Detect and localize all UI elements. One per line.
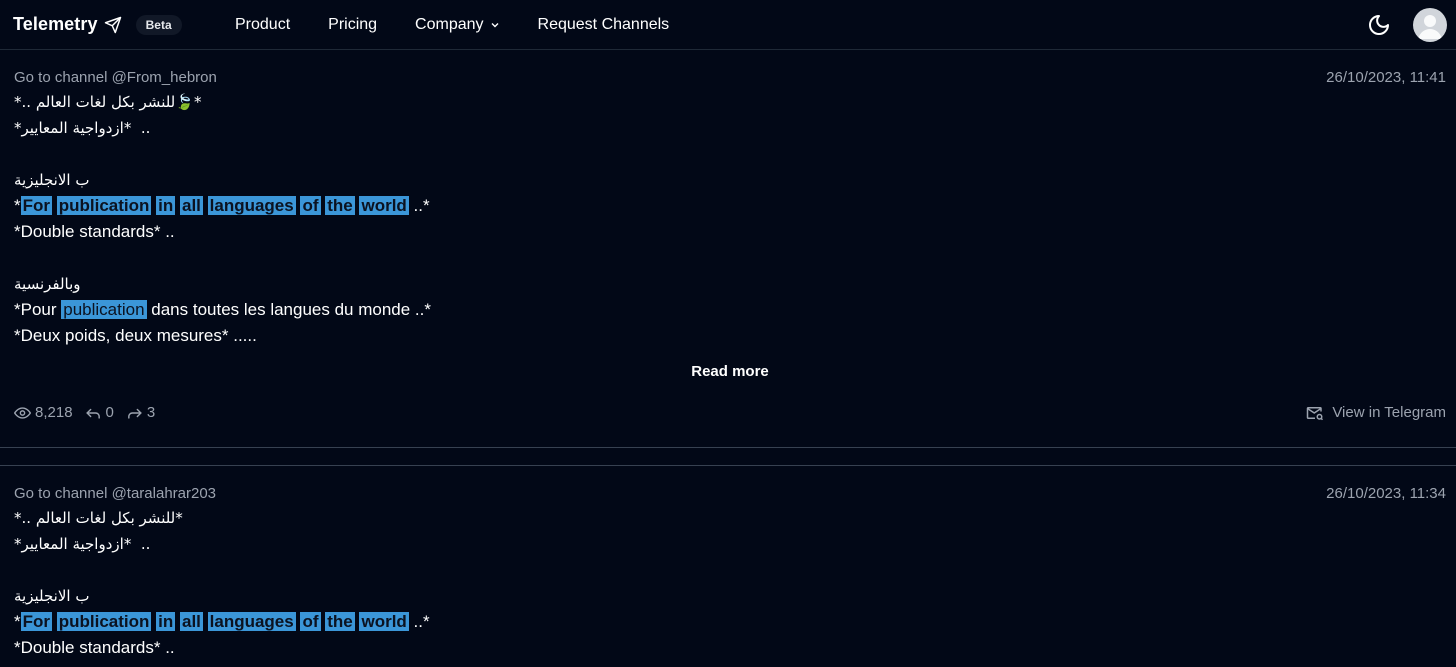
post: Go to channel @taralahrar203 26/10/2023,… (0, 485, 1456, 661)
top-navigation-bar: Telemetry Beta Product Pricing Company R… (0, 0, 1456, 50)
post: Go to channel @From_hebron 26/10/2023, 1… (0, 69, 1456, 421)
post-line: *Double standards* .. (14, 222, 175, 241)
channel-link[interactable]: Go to channel @From_hebron (14, 69, 217, 86)
post-line: *.. للنشر بكل لغات العالم* (14, 509, 183, 527)
channel-link[interactable]: Go to channel @taralahrar203 (14, 485, 216, 502)
main-nav: Product Pricing Company Request Channels (235, 16, 669, 34)
nav-request-channels[interactable]: Request Channels (538, 16, 670, 34)
replies-count: 0 (105, 404, 114, 421)
text: * (14, 612, 21, 631)
highlight: in (156, 196, 176, 215)
post-line: * For publication in all languages of the… (14, 609, 1446, 635)
highlight: the (325, 196, 355, 215)
forwards-stat: 3 (126, 404, 155, 421)
chevron-down-icon (491, 23, 499, 28)
text: ..* (408, 196, 430, 215)
post-line: *Pour publication dans toutes les langue… (14, 297, 1446, 323)
nav-pricing[interactable]: Pricing (328, 16, 377, 34)
post-line: *Deux poids, deux mesures* ..... (14, 326, 257, 345)
post-date: 26/10/2023, 11:41 (1326, 69, 1446, 86)
beta-badge: Beta (135, 14, 182, 35)
highlight: publication (61, 300, 147, 319)
brand[interactable]: Telemetry Beta (13, 14, 182, 35)
text: *Pour (14, 300, 62, 319)
text: ..* (408, 612, 430, 631)
nav-company[interactable]: Company (415, 16, 499, 34)
avatar[interactable] (1413, 8, 1447, 42)
view-in-telegram-label: View in Telegram (1332, 404, 1446, 421)
user-icon (1418, 15, 1442, 39)
forwards-count: 3 (146, 404, 156, 421)
highlight: For (20, 612, 53, 631)
reply-icon (85, 408, 100, 419)
highlight: of (300, 196, 321, 215)
text: * (14, 196, 21, 215)
post-line: ب الانجليزية (14, 171, 90, 189)
highlight: For (20, 196, 53, 215)
highlight: world (359, 612, 409, 631)
paper-plane-icon (104, 16, 121, 33)
divider (0, 447, 1456, 448)
highlight: world (359, 196, 409, 215)
brand-name[interactable]: Telemetry (13, 14, 98, 35)
read-more-button[interactable]: Read more (14, 363, 1446, 380)
highlight: publication (56, 612, 152, 631)
post-line: *ازدواجية المعايير* .. (14, 119, 151, 137)
replies-stat: 0 (85, 404, 114, 421)
highlight: languages (207, 612, 296, 631)
nav-product[interactable]: Product (235, 16, 290, 34)
highlight: the (325, 612, 355, 631)
moon-icon[interactable] (1367, 13, 1391, 37)
forward-icon (128, 408, 142, 419)
eye-icon (14, 406, 31, 419)
post-line: * For publication in all languages of the… (14, 193, 1446, 219)
text: dans toutes les langues du monde ..* (146, 300, 431, 319)
highlight: all (180, 612, 203, 631)
highlight: publication (56, 196, 152, 215)
views-count: 8,218 (35, 404, 73, 421)
post-line: ب الانجليزية (14, 587, 90, 605)
highlight: in (156, 612, 176, 631)
divider (0, 465, 1456, 466)
post-line: *Double standards* .. (14, 638, 175, 657)
highlight: all (180, 196, 203, 215)
post-body: *.. للنشر بكل لغات العالم🍃* *ازدواجية ال… (14, 89, 1446, 349)
highlight: languages (207, 196, 296, 215)
highlight: of (300, 612, 321, 631)
mail-search-icon (1307, 406, 1324, 420)
post-line: *ازدواجية المعايير* .. (14, 535, 151, 553)
views-stat: 8,218 (14, 404, 73, 421)
post-line: *.. للنشر بكل لغات العالم🍃* (14, 93, 202, 111)
nav-company-label: Company (415, 16, 484, 33)
post-body: *.. للنشر بكل لغات العالم* *ازدواجية الم… (14, 505, 1446, 661)
post-line: وبالفرنسية (14, 275, 81, 293)
post-date: 26/10/2023, 11:34 (1326, 485, 1446, 502)
view-in-telegram-link[interactable]: View in Telegram (1306, 404, 1446, 421)
